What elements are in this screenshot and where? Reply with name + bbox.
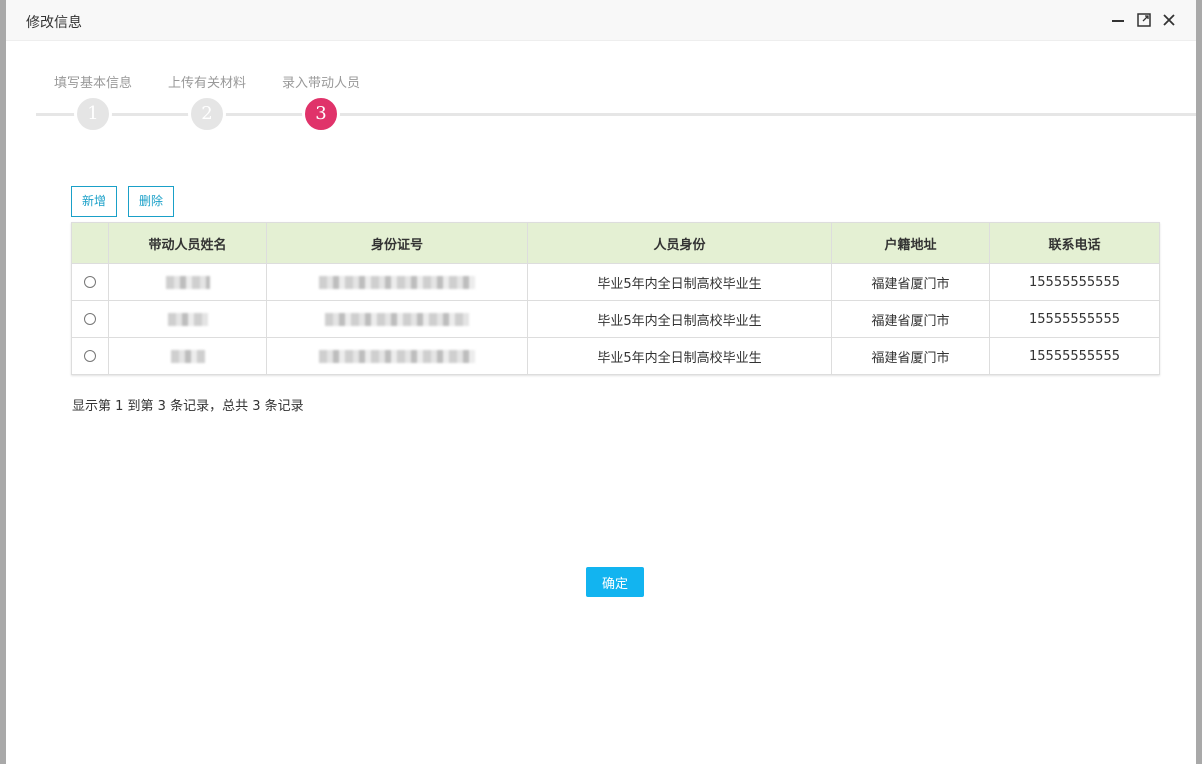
row-radio[interactable] <box>84 276 96 288</box>
dialog-title: 修改信息 <box>26 15 82 31</box>
phone-cell: 15555555555 <box>989 300 1160 338</box>
step-3-label: 录入带动人员 <box>281 76 360 91</box>
redacted-id-number <box>325 312 469 326</box>
column-header-address[interactable]: 户籍地址 <box>831 222 990 264</box>
phone-cell: 15555555555 <box>989 263 1160 301</box>
confirm-button[interactable]: 确定 <box>586 567 644 597</box>
id-number-cell <box>266 300 528 338</box>
redacted-name <box>167 312 208 326</box>
identity-cell: 毕业5年内全日制高校毕业生 <box>527 263 832 301</box>
step-1-circle: 1 <box>74 95 112 133</box>
row-select-cell <box>71 300 109 338</box>
close-icon[interactable] <box>1161 12 1177 28</box>
phone-cell: 15555555555 <box>989 337 1160 375</box>
address-cell: 福建省厦门市 <box>831 263 990 301</box>
step-1-label: 填写基本信息 <box>53 76 132 91</box>
name-cell <box>108 263 267 301</box>
address-cell: 福建省厦门市 <box>831 337 990 375</box>
column-header-phone[interactable]: 联系电话 <box>989 222 1160 264</box>
identity-cell: 毕业5年内全日制高校毕业生 <box>527 337 832 375</box>
id-number-cell <box>266 263 528 301</box>
row-radio[interactable] <box>84 350 96 362</box>
dialog: 修改信息 填写基本信息 1 上传有关材料 2 录入带动人员 3 新增 删除 带动… <box>6 0 1196 764</box>
id-number-cell <box>266 337 528 375</box>
table-row[interactable]: 毕业5年内全日制高校毕业生 福建省厦门市 15555555555 <box>71 300 1160 338</box>
minimize-icon[interactable] <box>1110 12 1126 28</box>
row-select-cell <box>71 337 109 375</box>
table-row[interactable]: 毕业5年内全日制高校毕业生 福建省厦门市 15555555555 <box>71 263 1160 301</box>
redacted-name <box>170 349 205 363</box>
add-button[interactable]: 新增 <box>71 186 118 217</box>
select-column-header <box>71 222 109 264</box>
column-header-id-number[interactable]: 身份证号 <box>266 222 528 264</box>
name-cell <box>108 337 267 375</box>
address-cell: 福建省厦门市 <box>831 300 990 338</box>
title-bar: 修改信息 <box>6 0 1196 41</box>
redacted-id-number <box>319 275 475 289</box>
redacted-id-number <box>319 349 475 363</box>
table-row[interactable]: 毕业5年内全日制高校毕业生 福建省厦门市 15555555555 <box>71 337 1160 375</box>
pagination-summary: 显示第 1 到第 3 条记录，总共 3 条记录 <box>72 399 304 414</box>
delete-button[interactable]: 删除 <box>128 186 175 217</box>
row-radio[interactable] <box>84 313 96 325</box>
step-2-label: 上传有关材料 <box>167 76 246 91</box>
step-3-circle: 3 <box>302 95 340 133</box>
name-cell <box>108 300 267 338</box>
maximize-icon[interactable] <box>1136 12 1152 28</box>
column-header-name[interactable]: 带动人员姓名 <box>108 222 267 264</box>
step-2-circle: 2 <box>188 95 226 133</box>
row-select-cell <box>71 263 109 301</box>
table-header-row: 带动人员姓名 身份证号 人员身份 户籍地址 联系电话 <box>71 222 1160 264</box>
redacted-name <box>165 275 210 289</box>
column-header-identity[interactable]: 人员身份 <box>527 222 832 264</box>
people-table: 带动人员姓名 身份证号 人员身份 户籍地址 联系电话 毕业5年内全日制高校毕业生… <box>71 222 1160 375</box>
identity-cell: 毕业5年内全日制高校毕业生 <box>527 300 832 338</box>
